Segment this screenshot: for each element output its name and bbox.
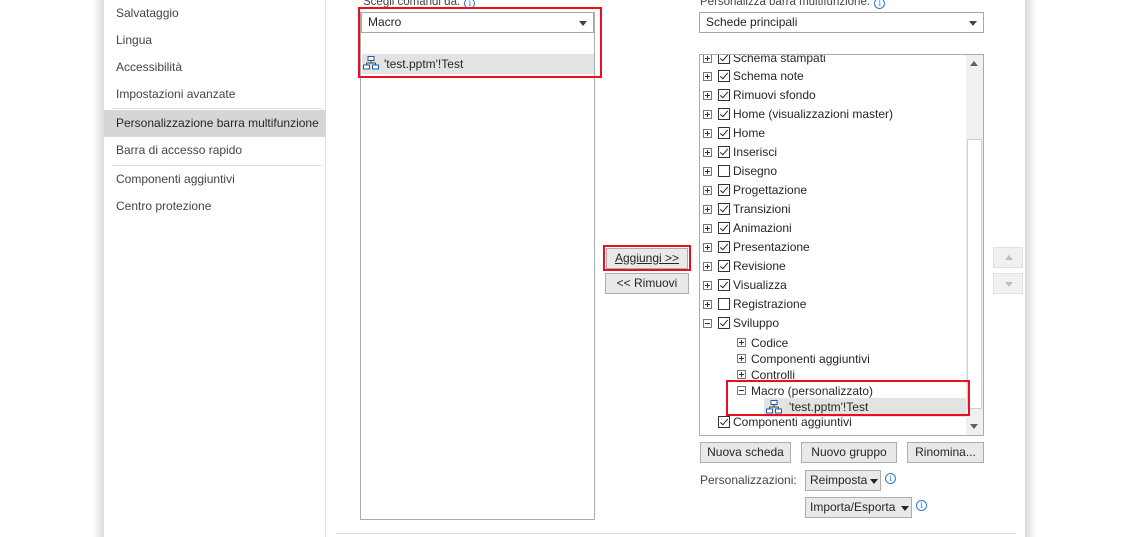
arrow-down-icon (1005, 282, 1013, 287)
nav-item-salvataggio[interactable]: Salvataggio (104, 0, 326, 27)
tree-scrollbar[interactable] (966, 55, 983, 435)
nav-item-centro-protezione[interactable]: Centro protezione (104, 193, 326, 220)
new-tab-button[interactable]: Nuova scheda (700, 442, 791, 463)
move-up-button[interactable] (993, 247, 1023, 268)
window-shadow-left (0, 0, 104, 537)
scroll-down-icon[interactable] (970, 424, 978, 429)
tab-checkbox[interactable] (718, 279, 730, 291)
expand-icon[interactable] (703, 148, 712, 157)
expand-icon[interactable] (703, 281, 712, 290)
nav-item-barra-accesso-rapido[interactable]: Barra di accesso rapido (104, 137, 326, 164)
chevron-down-icon (969, 21, 977, 26)
window-shadow-right (1025, 0, 1129, 537)
tab-checkbox[interactable] (718, 89, 730, 101)
nav-item-impostazioni-avanzate[interactable]: Impostazioni avanzate (104, 81, 326, 108)
tab-checkbox[interactable] (718, 55, 730, 64)
tab-checkbox[interactable] (718, 146, 730, 158)
expand-icon[interactable] (703, 72, 712, 81)
ribbon-tabs-dropdown[interactable]: Schede principali (699, 12, 984, 33)
expand-icon[interactable] (703, 129, 712, 138)
expand-icon[interactable] (703, 55, 712, 63)
rename-button[interactable]: Rinomina... (907, 442, 984, 463)
highlight-box (358, 7, 602, 78)
ribbon-tree-content: Schema stampati Schema note Rimuovi sfon… (700, 55, 966, 435)
commands-listbox[interactable] (360, 12, 595, 520)
new-group-button[interactable]: Nuovo gruppo (801, 442, 897, 463)
chevron-down-icon (870, 479, 878, 484)
tab-checkbox[interactable] (718, 317, 730, 329)
chevron-down-icon (901, 506, 909, 511)
tab-checkbox[interactable] (718, 184, 730, 196)
scroll-up-icon[interactable] (970, 61, 978, 66)
tab-checkbox[interactable] (718, 203, 730, 215)
nav-item-componenti-aggiuntivi[interactable]: Componenti aggiuntivi (104, 166, 326, 193)
tab-checkbox[interactable] (718, 127, 730, 139)
tab-checkbox[interactable] (718, 165, 730, 177)
expand-icon[interactable] (737, 370, 746, 379)
tab-checkbox[interactable] (718, 298, 730, 310)
import-export-dropdown-button[interactable]: Importa/Esporta (805, 497, 912, 518)
collapse-icon[interactable] (703, 319, 712, 328)
tab-checkbox[interactable] (718, 260, 730, 272)
highlight-box (603, 245, 691, 271)
nav-item-lingua[interactable]: Lingua (104, 27, 326, 54)
tab-checkbox[interactable] (718, 108, 730, 120)
info-icon[interactable]: i (874, 0, 886, 9)
expand-icon[interactable] (703, 167, 712, 176)
expand-icon[interactable] (703, 91, 712, 100)
expand-icon[interactable] (737, 354, 746, 363)
customizations-label: Personalizzazioni: (700, 473, 797, 487)
remove-button[interactable]: << Rimuovi (605, 273, 689, 294)
nav-divider (112, 108, 322, 109)
scrollbar-thumb[interactable] (967, 139, 982, 409)
expand-icon[interactable] (737, 338, 746, 347)
move-down-button[interactable] (993, 273, 1023, 294)
arrow-up-icon (1005, 255, 1013, 260)
bottom-divider (336, 533, 1016, 534)
reset-dropdown-button[interactable]: Reimposta (805, 470, 881, 491)
nav-item-personalizzazione-barra[interactable]: Personalizzazione barra multifunzione (104, 110, 326, 137)
tab-checkbox[interactable] (718, 222, 730, 234)
expand-icon[interactable] (703, 205, 712, 214)
tab-checkbox[interactable] (718, 70, 730, 82)
nav-item-accessibilita[interactable]: Accessibilità (104, 54, 326, 81)
info-icon[interactable]: i (916, 500, 927, 511)
expand-icon[interactable] (703, 300, 712, 309)
expand-icon[interactable] (703, 110, 712, 119)
tab-checkbox[interactable] (718, 416, 730, 428)
expand-icon[interactable] (703, 186, 712, 195)
expand-icon[interactable] (703, 243, 712, 252)
highlight-box (726, 380, 970, 416)
customize-ribbon-label: Personalizza barra multifunzione: i (700, 0, 886, 9)
expand-icon[interactable] (703, 262, 712, 271)
info-icon[interactable]: i (885, 473, 896, 484)
tab-checkbox[interactable] (718, 241, 730, 253)
expand-icon[interactable] (703, 224, 712, 233)
options-nav: Salvataggio Lingua Accessibilità Imposta… (104, 0, 326, 537)
